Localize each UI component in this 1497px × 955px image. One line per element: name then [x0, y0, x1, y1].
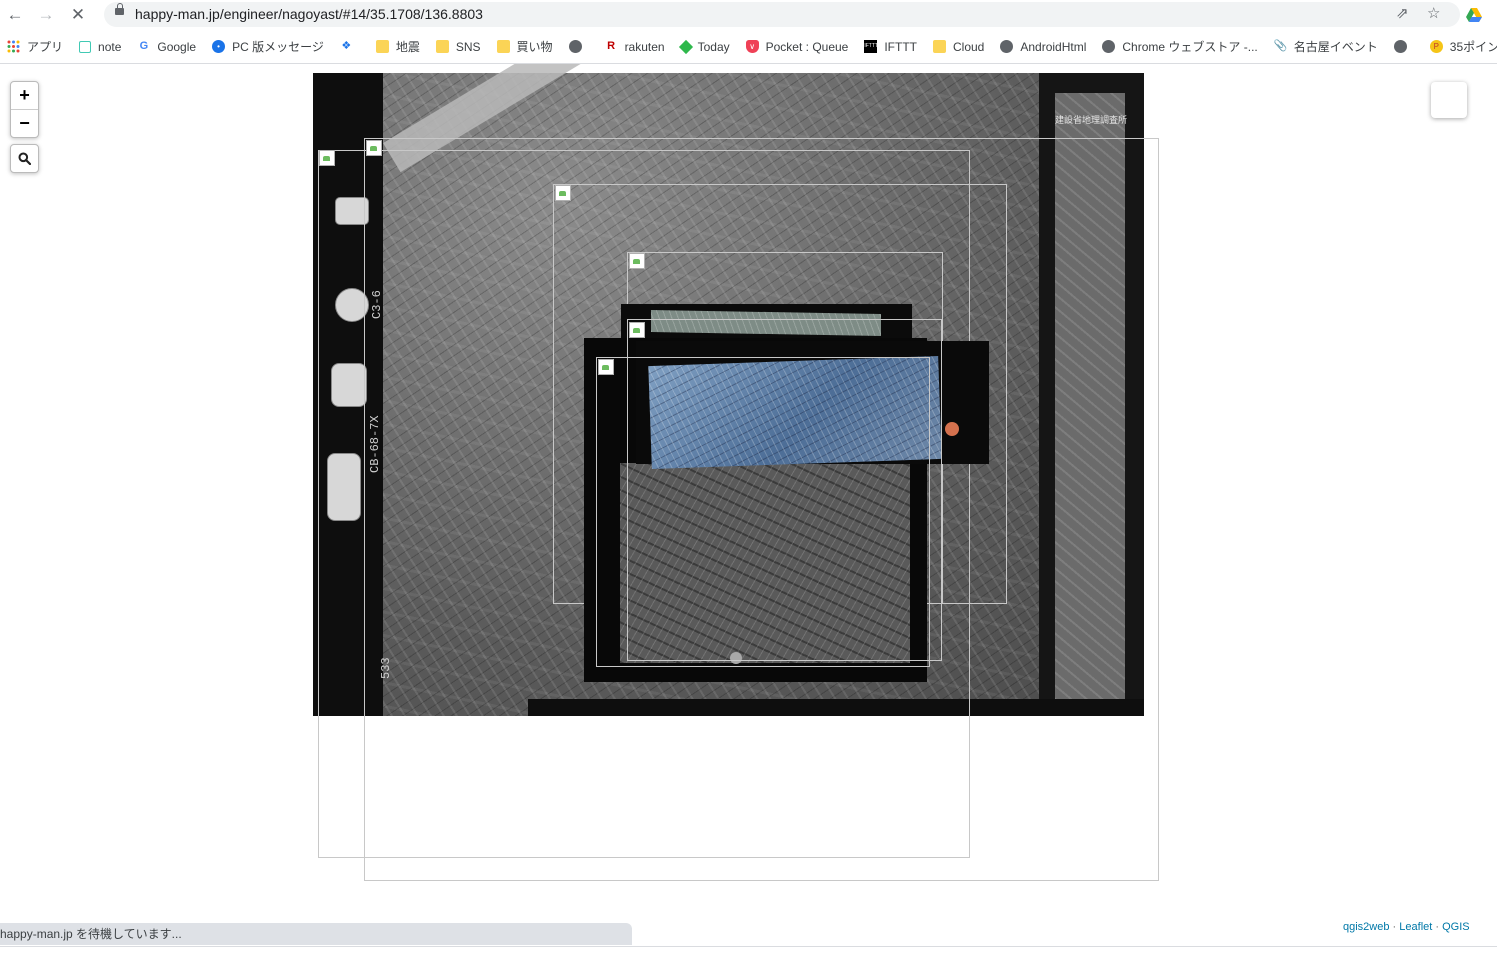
google-icon: G: [139, 40, 149, 52]
google-drive-icon[interactable]: [1464, 5, 1484, 25]
attribution-separator: ·: [1435, 921, 1440, 933]
attribution-link-leaflet[interactable]: Leaflet: [1399, 921, 1432, 933]
bookmark-note[interactable]: note: [79, 36, 121, 58]
bookmark-label: PC 版メッセージ: [232, 40, 324, 54]
bookmark-label: Chrome ウェブストア -...: [1122, 40, 1258, 54]
url-text[interactable]: happy-man.jp/engineer/nagoyast/#14/35.17…: [135, 6, 483, 22]
search-icon: [18, 152, 31, 165]
forward-arrow-icon[interactable]: →: [35, 4, 57, 26]
globe-icon: [1000, 40, 1014, 53]
layer-outline: [627, 319, 942, 661]
bookmark-label: 名古屋イベント: [1293, 40, 1378, 54]
bookmark-ifttt[interactable]: IFTTT IFTTT: [864, 36, 917, 58]
bookmark-globe[interactable]: [568, 36, 589, 58]
share-icon[interactable]: ⇗: [1396, 4, 1409, 22]
bookmark-androidhtml[interactable]: AndroidHtml: [1000, 36, 1086, 58]
folder-icon: [933, 40, 946, 53]
globe-icon: [1393, 40, 1407, 53]
bookmark-points[interactable]: P 35ポイントの: [1429, 36, 1497, 58]
broken-image-icon: [629, 322, 645, 338]
broken-image-icon: [598, 359, 614, 375]
broken-image-icon: [555, 185, 571, 201]
bookmark-bird[interactable]: ❖: [340, 36, 360, 58]
bookmark-label: Pocket : Queue: [765, 39, 849, 54]
pocket-icon: ∨: [745, 40, 759, 53]
bookmark-google[interactable]: G Google: [137, 36, 196, 58]
bookmark-chrome-webstore[interactable]: Chrome ウェブストア -...: [1102, 36, 1258, 58]
ifttt-icon: IFTTT: [864, 40, 878, 53]
layers-icon[interactable]: [1431, 82, 1467, 118]
paperclip-icon: 📎: [1273, 40, 1288, 52]
apps-grid-icon: [7, 40, 20, 53]
orange-marker: [945, 422, 959, 436]
broken-image-icon: [319, 150, 335, 166]
attribution-separator: ·: [1392, 921, 1397, 933]
status-text: happy-man.jp を待機しています...: [0, 927, 182, 941]
bookmark-folder-earthquake[interactable]: 地震: [375, 36, 420, 58]
bookmark-today[interactable]: Today: [678, 36, 730, 58]
messages-icon: •: [212, 40, 226, 53]
bookmark-label: rakuten: [624, 39, 665, 54]
address-bar[interactable]: happy-man.jp/engineer/nagoyast/#14/35.17…: [104, 2, 1460, 27]
bookmark-label: 35ポイントの: [1449, 40, 1497, 54]
bird-icon: ❖: [341, 40, 352, 52]
bookmark-apps[interactable]: アプリ: [7, 36, 63, 58]
bookmark-folder-cloud[interactable]: Cloud: [933, 36, 984, 58]
browser-toolbar: ← → ✕ happy-man.jp/engineer/nagoyast/#14…: [0, 0, 1497, 30]
search-button[interactable]: [10, 144, 39, 173]
loading-status-bar: happy-man.jp を待機しています...: [0, 923, 632, 945]
attribution-link-qgis[interactable]: QGIS: [1442, 921, 1470, 933]
zoom-out-button[interactable]: −: [11, 109, 38, 137]
bookmark-nagoya-events[interactable]: 📎 名古屋イベント: [1274, 36, 1378, 58]
attribution-link-qgis2web[interactable]: qgis2web: [1343, 921, 1389, 933]
broken-image-icon: [629, 253, 645, 269]
bookmark-label: Today: [697, 39, 730, 54]
points-icon: P: [1429, 40, 1443, 53]
folder-icon: [496, 40, 510, 53]
bookmark-folder-shopping[interactable]: 買い物: [496, 36, 553, 58]
globe-icon: [1102, 40, 1116, 53]
rakuten-icon: R: [607, 40, 616, 52]
folder-icon: [435, 40, 449, 53]
survey-office-label: 建設省地理調査所: [1055, 115, 1128, 125]
zoom-control: + −: [10, 81, 39, 138]
bookmark-label: note: [98, 39, 122, 54]
bookmark-label: SNS: [455, 39, 481, 54]
window-bottom-edge: [0, 946, 1497, 947]
bookmark-rakuten[interactable]: R rakuten: [605, 36, 665, 58]
note-icon: [79, 40, 92, 53]
stop-loading-icon[interactable]: ✕: [67, 4, 89, 26]
bookmark-messages[interactable]: • PC 版メッセージ: [212, 36, 324, 58]
back-arrow-icon[interactable]: ←: [4, 4, 26, 26]
bookmark-globe-2[interactable]: [1393, 36, 1414, 58]
folder-icon: [375, 40, 389, 53]
bookmark-label: 買い物: [516, 40, 553, 54]
bookmark-label: Cloud: [953, 39, 985, 54]
bookmark-label: Google: [157, 39, 197, 54]
bookmark-label: アプリ: [27, 40, 64, 54]
bookmarks-bar: アプリ note G Google • PC 版メッセージ ❖ 地震 SNS 買…: [0, 33, 1497, 60]
broken-image-icon: [366, 140, 382, 156]
leaflet-map[interactable]: C3-6 CB-68-7X 533 建設省地理調査所 + − qgis2web …: [0, 64, 1497, 955]
bookmark-label: 地震: [395, 40, 420, 54]
globe-icon: [568, 40, 582, 53]
bookmark-folder-sns[interactable]: SNS: [435, 36, 481, 58]
bookmark-label: AndroidHtml: [1020, 39, 1087, 54]
bookmark-pocket[interactable]: ∨ Pocket : Queue: [745, 36, 849, 58]
map-attribution: qgis2web · Leaflet · QGIS: [1343, 921, 1470, 933]
star-icon[interactable]: ☆: [1427, 4, 1440, 22]
lock-icon[interactable]: [115, 3, 124, 15]
today-icon: [678, 39, 693, 54]
bookmark-label: IFTTT: [884, 39, 917, 54]
zoom-in-button[interactable]: +: [11, 82, 38, 109]
